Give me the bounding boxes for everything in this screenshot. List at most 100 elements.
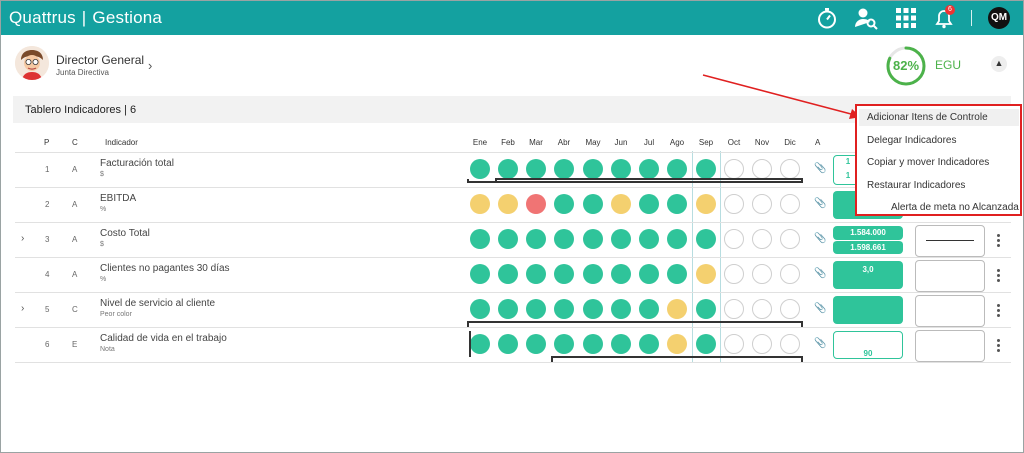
month-status-dot[interactable] xyxy=(470,194,490,214)
month-status-dot[interactable] xyxy=(526,264,546,284)
month-status-dot[interactable] xyxy=(639,264,659,284)
apps-grid-icon[interactable] xyxy=(894,6,918,30)
month-status-dot[interactable] xyxy=(667,229,687,249)
month-status-dot[interactable] xyxy=(583,299,603,319)
month-status-dot[interactable] xyxy=(583,334,603,354)
indicator-name[interactable]: Nivel de servicio al cliente xyxy=(100,298,215,309)
month-status-dot[interactable] xyxy=(667,299,687,319)
month-status-dot[interactable] xyxy=(780,159,800,179)
month-status-dot[interactable] xyxy=(611,229,631,249)
month-status-dot[interactable] xyxy=(639,194,659,214)
more-options-icon[interactable] xyxy=(995,269,1001,284)
month-status-dot[interactable] xyxy=(554,159,574,179)
month-status-dot[interactable] xyxy=(780,264,800,284)
month-status-dot[interactable] xyxy=(583,194,603,214)
menu-item-restore[interactable]: Restaurar Indicadores xyxy=(867,180,965,191)
month-status-dot[interactable] xyxy=(724,159,744,179)
month-status-dot[interactable] xyxy=(639,299,659,319)
profile-avatar[interactable] xyxy=(15,46,49,80)
month-status-dot[interactable] xyxy=(639,159,659,179)
month-status-dot[interactable] xyxy=(724,264,744,284)
goal-input[interactable] xyxy=(915,225,985,257)
month-status-dot[interactable] xyxy=(696,229,716,249)
column-header-indicator[interactable]: Indicador xyxy=(105,138,138,147)
month-status-dot[interactable] xyxy=(724,229,744,249)
month-status-dot[interactable] xyxy=(526,229,546,249)
month-status-dot[interactable] xyxy=(583,159,603,179)
month-status-dot[interactable] xyxy=(667,194,687,214)
month-status-dot[interactable] xyxy=(780,229,800,249)
month-status-dot[interactable] xyxy=(639,229,659,249)
month-status-dot[interactable] xyxy=(696,299,716,319)
attachment-icon[interactable]: 📎 xyxy=(814,163,826,174)
attachment-icon[interactable]: 📎 xyxy=(814,233,826,244)
month-status-dot[interactable] xyxy=(667,334,687,354)
month-status-dot[interactable] xyxy=(526,334,546,354)
more-options-icon[interactable] xyxy=(995,304,1001,319)
month-status-dot[interactable] xyxy=(752,194,772,214)
month-status-dot[interactable] xyxy=(696,264,716,284)
goal-input[interactable] xyxy=(915,330,985,362)
month-status-dot[interactable] xyxy=(611,264,631,284)
month-status-dot[interactable] xyxy=(611,194,631,214)
month-status-dot[interactable] xyxy=(724,334,744,354)
stopwatch-icon[interactable] xyxy=(815,6,839,30)
month-status-dot[interactable] xyxy=(470,159,490,179)
brand[interactable]: Quattrus | Gestiona xyxy=(9,8,162,28)
indicator-name[interactable]: Clientes no pagantes 30 días xyxy=(100,263,230,274)
month-status-dot[interactable] xyxy=(554,194,574,214)
month-status-dot[interactable] xyxy=(752,334,772,354)
month-status-dot[interactable] xyxy=(554,334,574,354)
month-status-dot[interactable] xyxy=(752,264,772,284)
month-status-dot[interactable] xyxy=(780,194,800,214)
bell-icon[interactable]: 6 xyxy=(932,5,956,30)
month-status-dot[interactable] xyxy=(780,299,800,319)
month-status-dot[interactable] xyxy=(498,159,518,179)
month-status-dot[interactable] xyxy=(470,334,490,354)
month-status-dot[interactable] xyxy=(611,299,631,319)
indicator-name[interactable]: EBITDA xyxy=(100,193,136,204)
expand-chevron-icon[interactable]: › xyxy=(21,303,24,314)
month-status-dot[interactable] xyxy=(752,229,772,249)
more-options-icon[interactable] xyxy=(995,234,1001,249)
month-status-dot[interactable] xyxy=(696,334,716,354)
month-status-dot[interactable] xyxy=(470,264,490,284)
month-status-dot[interactable] xyxy=(611,334,631,354)
month-status-dot[interactable] xyxy=(526,194,546,214)
user-avatar[interactable]: QM xyxy=(988,7,1010,29)
month-status-dot[interactable] xyxy=(470,229,490,249)
goal-input[interactable] xyxy=(915,295,985,327)
menu-item-add-control[interactable]: Adicionar Itens de Controle xyxy=(859,109,1019,126)
month-status-dot[interactable] xyxy=(696,159,716,179)
indicator-name[interactable]: Facturación total xyxy=(100,158,174,169)
menu-item-copy-move[interactable]: Copiar y mover Indicadores xyxy=(867,157,989,168)
attachment-icon[interactable]: 📎 xyxy=(814,268,826,279)
more-options-icon[interactable] xyxy=(995,339,1001,354)
month-status-dot[interactable] xyxy=(611,159,631,179)
month-status-dot[interactable] xyxy=(498,299,518,319)
month-status-dot[interactable] xyxy=(752,299,772,319)
month-status-dot[interactable] xyxy=(554,264,574,284)
goal-input[interactable] xyxy=(915,260,985,292)
month-status-dot[interactable] xyxy=(526,299,546,319)
month-status-dot[interactable] xyxy=(667,264,687,284)
month-status-dot[interactable] xyxy=(639,334,659,354)
expand-chevron-icon[interactable]: › xyxy=(21,233,24,244)
attachment-icon[interactable]: 📎 xyxy=(814,303,826,314)
month-status-dot[interactable] xyxy=(498,194,518,214)
month-status-dot[interactable] xyxy=(696,194,716,214)
collapse-button[interactable]: ▲ xyxy=(991,56,1007,72)
indicator-name[interactable]: Calidad de vida en el trabajo xyxy=(100,333,227,344)
month-status-dot[interactable] xyxy=(526,159,546,179)
chevron-right-icon[interactable]: › xyxy=(148,58,152,73)
month-status-dot[interactable] xyxy=(498,264,518,284)
indicator-name[interactable]: Costo Total xyxy=(100,228,150,239)
profile-title[interactable]: Director General xyxy=(56,53,144,67)
user-search-icon[interactable] xyxy=(854,6,878,30)
month-status-dot[interactable] xyxy=(554,299,574,319)
month-status-dot[interactable] xyxy=(498,334,518,354)
month-status-dot[interactable] xyxy=(724,194,744,214)
attachment-icon[interactable]: 📎 xyxy=(814,338,826,349)
menu-item-delegate[interactable]: Delegar Indicadores xyxy=(867,135,957,146)
month-status-dot[interactable] xyxy=(470,299,490,319)
